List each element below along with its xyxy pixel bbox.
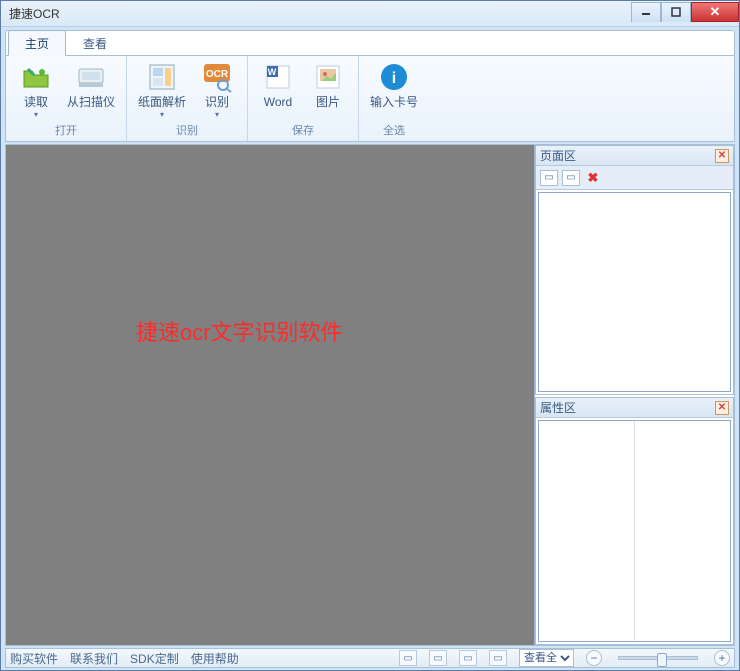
help-link[interactable]: 使用帮助 [191,650,239,667]
app-window: 捷速OCR ✕ 主页 查看 读取 ▾ [0,0,740,671]
scanner-icon [75,61,107,93]
group-label-open: 打开 [55,121,77,140]
chevron-down-icon: ▾ [215,110,219,119]
close-button[interactable]: ✕ [691,2,739,22]
zoom-in-button[interactable]: + [714,650,730,666]
view-mode-1-icon[interactable]: ▭ [399,650,417,666]
contact-link[interactable]: 联系我们 [70,650,118,667]
pages-panel: 页面区 ✕ ▭ ▭ ✖ [535,145,734,395]
ribbon: 读取 ▾ 从扫描仪 打开 纸面解析 ▾ [5,55,735,142]
properties-panel-header: 属性区 ✕ [536,398,733,418]
svg-text:W: W [268,67,277,77]
pages-panel-toolbar: ▭ ▭ ✖ [536,166,733,190]
window-buttons: ✕ [631,2,739,22]
svg-text:OCR: OCR [206,69,229,80]
properties-panel-close-icon[interactable]: ✕ [715,401,729,415]
ribbon-group-open: 读取 ▾ 从扫描仪 打开 [6,56,127,141]
zoom-out-button[interactable]: − [586,650,602,666]
right-pane: 页面区 ✕ ▭ ▭ ✖ 属性区 ✕ [534,145,734,645]
minimize-button[interactable] [631,2,661,22]
watermark-text: 捷速ocr文字识别软件 [136,315,343,347]
parse-button[interactable]: 纸面解析 ▾ [133,59,191,121]
input-card-button[interactable]: i 输入卡号 [365,59,423,111]
ribbon-group-select: i 输入卡号 全选 [359,56,429,141]
status-bar: 购买软件 联系我们 SDK定制 使用帮助 ▭ ▭ ▭ ▭ 查看全 − + [5,648,735,668]
pages-panel-close-icon[interactable]: ✕ [715,149,729,163]
workspace: 捷速ocr文字识别软件 页面区 ✕ ▭ ▭ ✖ 属性区 [5,144,735,646]
title-bar: 捷速OCR ✕ [1,1,739,27]
list-view-icon[interactable]: ▭ [562,170,580,186]
sdk-link[interactable]: SDK定制 [130,650,179,667]
read-button[interactable]: 读取 ▾ [12,59,60,121]
group-label-save: 保存 [292,121,314,140]
word-icon: W [262,61,294,93]
ocr-icon: OCR [201,61,233,93]
ocr-button[interactable]: OCR 识别 ▾ [193,59,241,121]
delete-page-icon[interactable]: ✖ [584,170,602,186]
view-mode-2-icon[interactable]: ▭ [429,650,447,666]
properties-panel: 属性区 ✕ [535,397,734,645]
pages-panel-title: 页面区 [540,147,576,164]
view-mode-3-icon[interactable]: ▭ [459,650,477,666]
buy-link[interactable]: 购买软件 [10,650,58,667]
svg-text:i: i [392,70,396,87]
save-word-button[interactable]: W Word [254,59,302,111]
info-icon: i [378,61,410,93]
ribbon-group-recognize: 纸面解析 ▾ OCR 识别 ▾ 识别 [127,56,248,141]
properties-grid[interactable] [538,420,731,642]
ribbon-tabs: 主页 查看 [5,30,735,55]
save-image-button[interactable]: 图片 [304,59,352,111]
thumbnails-view-icon[interactable]: ▭ [540,170,558,186]
zoom-slider[interactable] [618,656,698,660]
group-label-recognize: 识别 [176,121,198,140]
folder-icon [20,61,52,93]
window-title: 捷速OCR [9,5,60,22]
tab-home[interactable]: 主页 [8,30,66,56]
view-mode-4-icon[interactable]: ▭ [489,650,507,666]
ribbon-group-save: W Word 图片 保存 [248,56,359,141]
tab-view[interactable]: 查看 [66,30,124,55]
chevron-down-icon: ▾ [34,110,38,119]
properties-panel-title: 属性区 [540,399,576,416]
maximize-button[interactable] [661,2,691,22]
pages-panel-header: 页面区 ✕ [536,146,733,166]
scanner-button[interactable]: 从扫描仪 [62,59,120,111]
canvas-area[interactable]: 捷速ocr文字识别软件 [6,145,534,645]
layout-icon [146,61,178,93]
pages-list[interactable] [538,192,731,392]
image-icon [312,61,344,93]
chevron-down-icon: ▾ [160,110,164,119]
group-label-select: 全选 [383,121,405,140]
zoom-mode-select[interactable]: 查看全 [519,649,574,667]
